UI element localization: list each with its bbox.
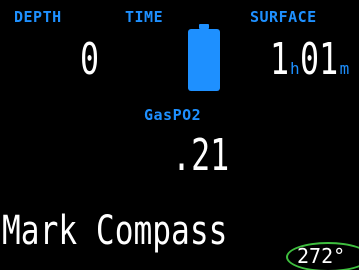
surface-minutes-unit: m: [339, 59, 350, 78]
compass-heading-value: 272°: [297, 244, 346, 268]
surface-minutes: 01: [299, 34, 338, 85]
gaspo2-label: GasPO2: [144, 106, 202, 124]
gaspo2-value: .21: [172, 130, 230, 181]
surface-label: SURFACE: [250, 8, 317, 26]
depth-label: DEPTH: [14, 8, 62, 26]
surface-interval: 1h01 m: [270, 34, 349, 85]
gas-tank-icon: [188, 29, 220, 91]
time-label: TIME: [125, 8, 164, 26]
dive-computer-screen: DEPTH TIME SURFACE 0 1h01 m GasPO2 .21 Ma…: [0, 0, 359, 270]
surface-hours: 1: [270, 34, 290, 85]
surface-hours-unit: h: [290, 59, 300, 78]
depth-value: 0: [80, 34, 100, 85]
mark-compass-action[interactable]: Mark Compass: [2, 208, 227, 254]
